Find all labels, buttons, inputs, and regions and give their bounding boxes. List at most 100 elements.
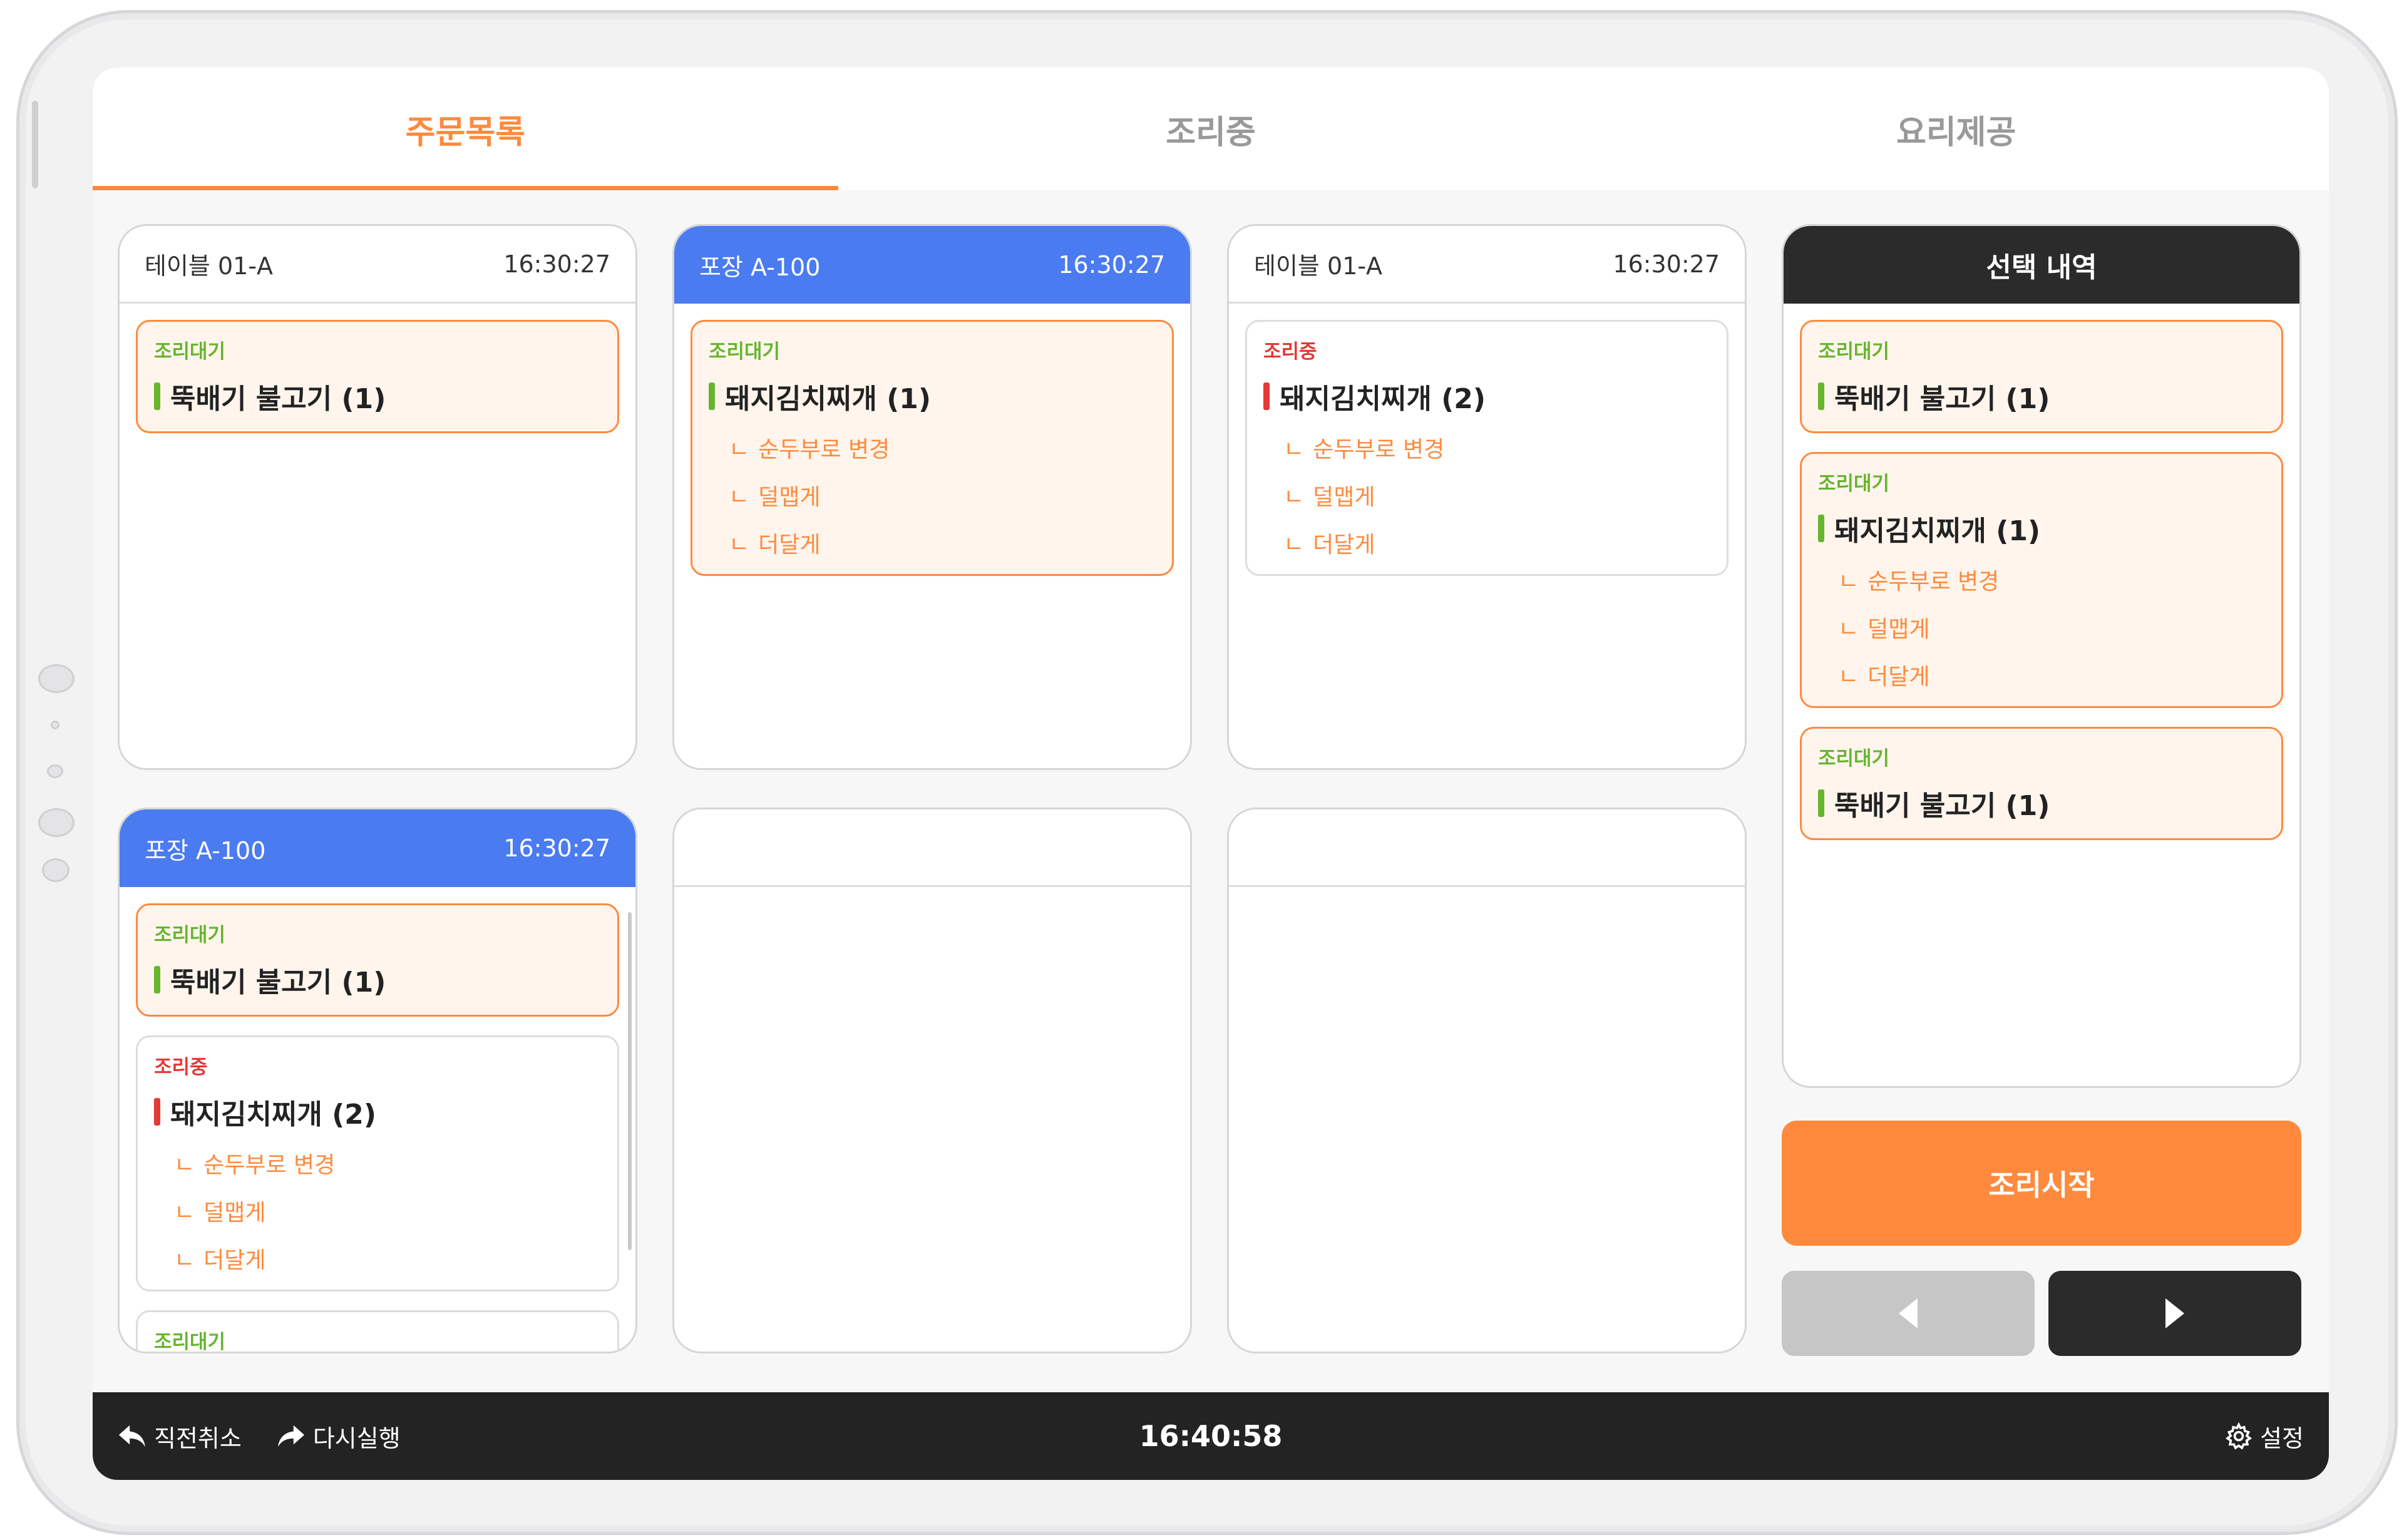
status-bar (1818, 515, 1824, 542)
undo-button[interactable]: 직전취소 (118, 1419, 242, 1454)
selected-item[interactable]: 조리대기 뚝배기 불고기 (1) (1800, 320, 2283, 433)
item-status: 조리대기 (1818, 341, 1890, 363)
tab-order-list[interactable]: 주문목록 (93, 68, 838, 190)
option-hook-icon: ㄴ (1838, 569, 1859, 595)
order-item[interactable]: 조리대기 뚝배기 불고기 (1) (136, 903, 619, 1017)
item-option: ㄴ 덜맵게 (709, 479, 1156, 511)
status-bar (1818, 382, 1824, 410)
option-text: 덜맵게 (1313, 485, 1375, 510)
option-hook-icon: ㄴ (1283, 532, 1305, 558)
side-switch (32, 101, 38, 188)
item-option: ㄴ 더달게 (709, 526, 1156, 559)
option-text: 덜맵게 (203, 1200, 266, 1226)
start-cooking-button[interactable]: 조리시작 (1782, 1121, 2301, 1246)
item-status: 조리대기 (154, 1331, 226, 1352)
item-status: 조리대기 (1818, 473, 1890, 495)
status-bar (154, 382, 160, 410)
order-card-body: 조리대기 돼지김치찌개 (1) ㄴ 순두부로 변경 ㄴ 덜맵게 ㄴ 더달게 (674, 304, 1190, 768)
item-option: ㄴ 덜맵게 (1263, 479, 1710, 511)
order-item[interactable]: 조리중 돼지김치찌개 (2) ㄴ 순두부로 변경 ㄴ 덜맵게 ㄴ 더달게 (1245, 320, 1729, 576)
order-card-header: 테이블 01-A 16:30:27 (1229, 226, 1745, 304)
volume-down-button (38, 808, 74, 837)
dish-name: 뚝배기 불고기 (1) (170, 383, 386, 415)
redo-label: 다시실행 (312, 1424, 401, 1452)
order-card-body: 조리대기 뚝배기 불고기 (1) (120, 304, 635, 768)
status-bar (1818, 789, 1824, 817)
item-option: ㄴ 순두부로 변경 (154, 1147, 601, 1179)
item-status: 조리중 (1263, 341, 1317, 363)
order-card-header (1229, 809, 1745, 887)
option-text: 순두부로 변경 (1867, 569, 2000, 595)
item-dish: 뚝배기 불고기 (1) (1818, 376, 2265, 416)
option-hook-icon: ㄴ (174, 1248, 195, 1273)
redo-button[interactable]: 다시실행 (277, 1419, 401, 1454)
order-card-header (674, 809, 1190, 887)
option-text: 더달게 (203, 1248, 266, 1273)
order-item[interactable]: 조리대기 돼지김치찌개 (1) ㄴ 순두부로 변경 ㄴ 덜맵게 ㄴ 더달게 (691, 320, 1174, 576)
order-card[interactable]: 포장 A-100 16:30:27 조리대기 돼지김치찌개 (1) ㄴ 순두부로 … (672, 224, 1192, 770)
current-time: 16:40:58 (1139, 1419, 1283, 1453)
prev-page-button[interactable] (1782, 1271, 2035, 1356)
gear-icon (2225, 1422, 2252, 1450)
selected-item[interactable]: 조리대기 돼지김치찌개 (1) ㄴ 순두부로 변경 ㄴ 덜맵게 ㄴ 더달게 (1800, 452, 2283, 708)
order-card[interactable]: 포장 A-100 16:30:27 조리대기 뚝배기 불고기 (1) 조리중 돼… (118, 808, 637, 1353)
undo-label: 직전취소 (154, 1424, 242, 1452)
triangle-left-icon (1899, 1298, 1918, 1328)
item-dish: 뚝배기 불고기 (1) (154, 960, 601, 1000)
selected-item[interactable]: 조리대기 뚝배기 불고기 (1) (1800, 727, 2283, 840)
order-item[interactable]: 조리중 돼지김치찌개 (2) ㄴ 순두부로 변경 ㄴ 덜맵게 ㄴ 더달게 (136, 1035, 619, 1291)
item-dish: 돼지김치찌개 (2) (154, 1092, 601, 1132)
tab-bar: 주문목록 조리중 요리제공 (93, 68, 2329, 190)
option-hook-icon: ㄴ (1283, 485, 1305, 510)
option-text: 덜맵게 (1867, 617, 1930, 642)
scrollbar[interactable] (628, 912, 632, 1250)
option-text: 더달게 (1867, 664, 1930, 690)
order-name: 포장 A-100 (699, 253, 821, 281)
order-card[interactable]: 테이블 01-A 16:30:27 조리중 돼지김치찌개 (2) ㄴ 순두부로 변… (1227, 224, 1747, 770)
option-text: 더달게 (1313, 532, 1375, 558)
option-text: 순두부로 변경 (203, 1152, 336, 1178)
item-option: ㄴ 순두부로 변경 (1818, 563, 2265, 596)
side-button (42, 858, 69, 882)
item-dish: 뚝배기 불고기 (1) (1818, 783, 2265, 823)
item-status: 조리대기 (154, 924, 226, 947)
next-page-button[interactable] (2048, 1271, 2301, 1356)
option-hook-icon: ㄴ (1283, 437, 1305, 463)
item-option: ㄴ 더달게 (154, 1242, 601, 1275)
order-item[interactable]: 조리대기 뚝배기 불고기 (1) (136, 320, 619, 433)
selection-title: 선택 내역 (1784, 226, 2299, 304)
dish-name: 뚝배기 불고기 (1) (170, 967, 386, 998)
item-option: ㄴ 덜맵게 (154, 1194, 601, 1227)
order-time: 16:30:27 (503, 250, 610, 278)
item-status: 조리대기 (154, 341, 226, 363)
item-option: ㄴ 순두부로 변경 (1263, 431, 1710, 464)
settings-button[interactable]: 설정 (2225, 1419, 2304, 1454)
triangle-right-icon (2165, 1298, 2184, 1328)
order-card-header: 테이블 01-A 16:30:27 (120, 226, 635, 304)
item-dish: 돼지김치찌개 (1) (1818, 508, 2265, 548)
order-card-header: 포장 A-100 16:30:27 (674, 226, 1190, 304)
tab-served[interactable]: 요리제공 (1583, 68, 2329, 190)
dish-name: 뚝배기 불고기 (1) (1834, 383, 2050, 415)
dish-name: 돼지김치찌개 (1) (1834, 515, 2041, 547)
item-dish: 돼지김치찌개 (1) (709, 376, 1156, 416)
status-bar (709, 382, 715, 410)
item-option: ㄴ 덜맵게 (1818, 611, 2265, 644)
option-text: 더달게 (758, 532, 821, 558)
item-option: ㄴ 더달게 (1818, 659, 2265, 691)
sensor-dot (51, 721, 59, 729)
order-card[interactable]: 테이블 01-A 16:30:27 조리대기 뚝배기 불고기 (1) (118, 224, 637, 770)
order-name: 테이블 01-A (1254, 252, 1383, 280)
order-name: 포장 A-100 (145, 836, 266, 865)
undo-arrow-icon (118, 1425, 146, 1447)
kds-screen: 주문목록 조리중 요리제공 테이블 01-A 16:30:27 조리대기 뚝배기… (93, 68, 2329, 1480)
order-item[interactable]: 조리대기 (136, 1310, 619, 1352)
order-time: 16:30:27 (503, 834, 610, 862)
option-hook-icon: ㄴ (729, 532, 750, 558)
tab-cooking[interactable]: 조리중 (838, 68, 1584, 190)
camera-dot (47, 764, 63, 778)
status-bar (154, 966, 160, 993)
item-option: ㄴ 더달게 (1263, 526, 1710, 559)
order-card-body: 조리대기 뚝배기 불고기 (1) 조리중 돼지김치찌개 (2) ㄴ 순두부로 변경… (120, 887, 635, 1352)
option-hook-icon: ㄴ (729, 437, 750, 463)
